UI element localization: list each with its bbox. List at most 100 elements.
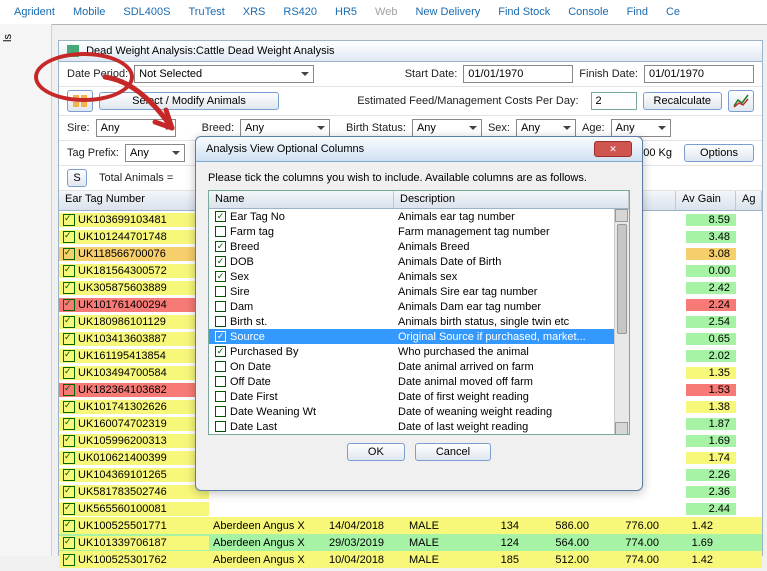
colopt-name: DOB bbox=[230, 256, 254, 268]
checkbox[interactable] bbox=[215, 361, 226, 372]
checkbox[interactable]: ✓ bbox=[215, 211, 226, 222]
checkbox[interactable]: ✓ bbox=[215, 331, 226, 342]
colopt-desc: Farm management tag number bbox=[394, 226, 629, 238]
start-date-input[interactable]: 01/01/1970 bbox=[463, 65, 573, 83]
cancel-button[interactable]: Cancel bbox=[415, 443, 491, 461]
top-tab-xrs[interactable]: XRS bbox=[237, 4, 272, 20]
eartag-cell: UK160074702319 bbox=[78, 418, 167, 430]
checkbox[interactable] bbox=[215, 286, 226, 297]
window-title: Dead Weight Analysis:Cattle Dead Weight … bbox=[86, 45, 334, 57]
recalculate-button[interactable]: Recalculate bbox=[643, 92, 722, 110]
scrollbar[interactable] bbox=[614, 209, 629, 435]
eartag-cell: UK581783502746 bbox=[78, 486, 167, 498]
top-tab-console[interactable]: Console bbox=[562, 4, 614, 20]
checkbox[interactable]: ✓ bbox=[215, 271, 226, 282]
top-tab-find[interactable]: Find bbox=[621, 4, 654, 20]
top-tab-web[interactable]: Web bbox=[369, 4, 403, 20]
checkbox[interactable] bbox=[215, 391, 226, 402]
top-tab-mobile[interactable]: Mobile bbox=[67, 4, 111, 20]
eartag-cell: UK180986101129 bbox=[78, 316, 166, 328]
tick-icon bbox=[63, 333, 75, 345]
avgain-cell: 3.48 bbox=[686, 231, 736, 243]
checkbox[interactable] bbox=[215, 226, 226, 237]
date-period-select[interactable]: Not Selected bbox=[134, 65, 314, 83]
checkbox[interactable]: ✓ bbox=[215, 346, 226, 357]
col-ag[interactable]: Ag bbox=[736, 191, 762, 210]
checkbox[interactable] bbox=[215, 376, 226, 387]
checkbox[interactable] bbox=[215, 301, 226, 312]
column-option-row[interactable]: Off DateDate animal moved off farm bbox=[209, 374, 629, 389]
checkbox[interactable] bbox=[215, 406, 226, 417]
top-tab-find-stock[interactable]: Find Stock bbox=[492, 4, 556, 20]
column-option-row[interactable]: ✓BreedAnimals Breed bbox=[209, 239, 629, 254]
optional-columns-dialog: Analysis View Optional Columns ✕ Please … bbox=[195, 136, 643, 491]
table-row[interactable]: UK565560100081 2.44 bbox=[59, 500, 762, 517]
eartag-cell: UK565560100081 bbox=[78, 503, 167, 515]
scroll-thumb[interactable] bbox=[617, 224, 627, 334]
column-option-row[interactable]: DamAnimals Dam ear tag number bbox=[209, 299, 629, 314]
est-feed-input[interactable] bbox=[591, 92, 637, 110]
sex-cell: MALE bbox=[409, 520, 469, 532]
birthstatus-select[interactable]: Any bbox=[412, 119, 482, 137]
top-tab-new-delivery[interactable]: New Delivery bbox=[409, 4, 486, 20]
column-option-row[interactable]: Date LastDate of last weight reading bbox=[209, 419, 629, 434]
select-modify-button[interactable]: Select / Modify Animals bbox=[99, 92, 279, 110]
col-av-gain[interactable]: Av Gain bbox=[676, 191, 736, 210]
ok-button[interactable]: OK bbox=[347, 443, 405, 461]
table-row[interactable]: UK101339706187Aberdeen Angus X29/03/2019… bbox=[59, 534, 762, 551]
col-ear-tag[interactable]: Ear Tag Number bbox=[59, 191, 209, 210]
age-select[interactable]: Any bbox=[611, 119, 671, 137]
top-tab-ce[interactable]: Ce bbox=[660, 4, 686, 20]
avgain-cell: 2.44 bbox=[686, 503, 736, 515]
table-row[interactable]: UK100525301762Aberdeen Angus X10/04/2018… bbox=[59, 551, 762, 568]
eartag-cell: UK101244701748 bbox=[78, 231, 167, 243]
top-tab-sdl400s[interactable]: SDL400S bbox=[117, 4, 176, 20]
column-option-row[interactable]: SireAnimals Sire ear tag number bbox=[209, 284, 629, 299]
colopt-name: Sex bbox=[230, 271, 249, 283]
checkbox[interactable]: ✓ bbox=[215, 241, 226, 252]
eartag-cell: UK182364103682 bbox=[78, 384, 167, 396]
tick-icon bbox=[63, 469, 75, 481]
column-option-row[interactable]: Birth st.Animals birth status, single tw… bbox=[209, 314, 629, 329]
top-tab-agrident[interactable]: Agrident bbox=[8, 4, 61, 20]
top-tab-rs420[interactable]: RS420 bbox=[277, 4, 323, 20]
breed-cell: Aberdeen Angus X bbox=[209, 537, 329, 549]
top-tab-trutest[interactable]: TruTest bbox=[182, 4, 230, 20]
col-header-desc[interactable]: Description bbox=[394, 191, 629, 208]
column-option-row[interactable]: ✓Purchased ByWho purchased the animal bbox=[209, 344, 629, 359]
checkbox[interactable]: ✓ bbox=[215, 256, 226, 267]
column-option-row[interactable]: Farm tagFarm management tag number bbox=[209, 224, 629, 239]
sire-select[interactable]: Any bbox=[96, 119, 176, 137]
avgain-cell: 3.08 bbox=[686, 248, 736, 260]
grid-icon-button[interactable] bbox=[67, 90, 93, 112]
checkbox[interactable] bbox=[215, 421, 226, 432]
column-option-row[interactable]: ✓SexAnimals sex bbox=[209, 269, 629, 284]
col-header-name[interactable]: Name bbox=[209, 191, 394, 208]
top-tab-hr5[interactable]: HR5 bbox=[329, 4, 363, 20]
finish-date-input[interactable]: 01/01/1970 bbox=[644, 65, 754, 83]
column-option-row[interactable]: ✓Ear Tag NoAnimals ear tag number bbox=[209, 209, 629, 224]
s-button[interactable]: S bbox=[67, 169, 87, 187]
chart-button[interactable] bbox=[728, 90, 754, 112]
column-option-row[interactable]: On DateDate animal arrived on farm bbox=[209, 359, 629, 374]
eartag-cell: UK010621400399 bbox=[78, 452, 167, 464]
table-row[interactable]: UK100525501771Aberdeen Angus X14/04/2018… bbox=[59, 517, 762, 534]
column-option-row[interactable]: Date Weaning WtDate of weaning weight re… bbox=[209, 404, 629, 419]
breed-select[interactable]: Any bbox=[240, 119, 330, 137]
eartag-cell: UK103494700584 bbox=[78, 367, 167, 379]
close-icon[interactable]: ✕ bbox=[594, 141, 632, 157]
scroll-up-icon[interactable] bbox=[615, 209, 628, 222]
left-tab-label[interactable]: ls bbox=[0, 24, 16, 52]
checkbox[interactable] bbox=[215, 316, 226, 327]
tagprefix-select[interactable]: Any bbox=[125, 144, 185, 162]
column-option-row[interactable]: ✓DOBAnimals Date of Birth bbox=[209, 254, 629, 269]
options-button[interactable]: Options bbox=[684, 144, 754, 162]
sex-label: Sex: bbox=[488, 122, 510, 134]
avgain-cell: 8.59 bbox=[686, 214, 736, 226]
tick-icon bbox=[63, 231, 75, 243]
breed-label: Breed: bbox=[202, 122, 234, 134]
column-option-row[interactable]: Date FirstDate of first weight reading bbox=[209, 389, 629, 404]
column-option-row[interactable]: ✓SourceOriginal Source if purchased, mar… bbox=[209, 329, 629, 344]
sex-select[interactable]: Any bbox=[516, 119, 576, 137]
scroll-down-icon[interactable] bbox=[615, 422, 628, 435]
